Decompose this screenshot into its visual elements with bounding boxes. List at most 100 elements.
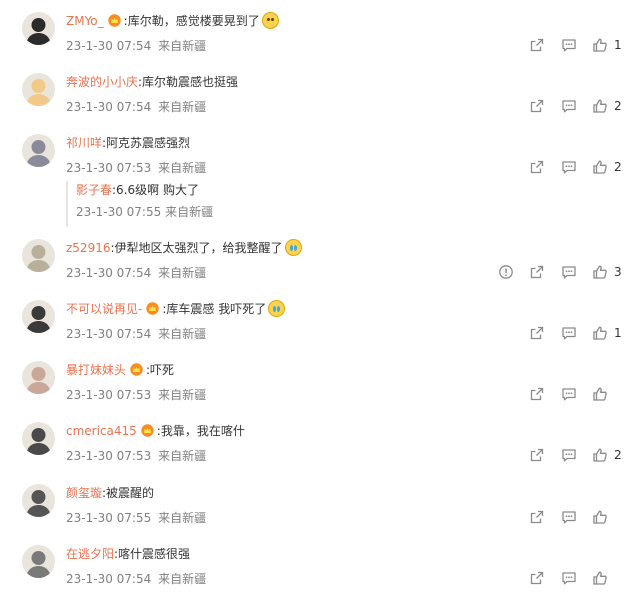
thumbs-up-icon[interactable] (592, 159, 608, 175)
report-icon[interactable] (498, 264, 514, 280)
comment-item: 不可以说再见- :库车震感 我吓死了 23-1-30 07:54 来自新疆 1 (0, 300, 641, 355)
reply-item: 影子春:6.6级啊 购大了 23-1-30 07:55 来自新疆 (66, 181, 528, 227)
comment-time: 23-1-30 07:54 (66, 100, 152, 114)
username-link[interactable]: 暴打妹妹头 (66, 363, 126, 377)
reply-source: 来自新疆 (165, 205, 214, 219)
like-count: 1 (614, 38, 622, 52)
comment-icon[interactable] (561, 325, 577, 341)
comment-icon[interactable] (561, 386, 577, 402)
thumbs-up-icon[interactable] (592, 98, 608, 114)
share-icon[interactable] (529, 37, 545, 53)
comment-text: :被震醒的 (102, 486, 155, 500)
username-link[interactable]: cmerica415 (66, 424, 137, 438)
comment-item: ZMYo_ :库尔勒，感觉楼要晃到了 23-1-30 07:54 来自新疆 1 (0, 12, 641, 67)
comment-source: 来自新疆 (158, 572, 207, 586)
comment-icon[interactable] (561, 264, 577, 280)
comment-source: 来自新疆 (158, 511, 207, 525)
comment-item: 在逃夕阳:喀什震感很强 23-1-30 07:54 来自新疆 (0, 545, 641, 600)
comment-source: 来自新疆 (158, 388, 207, 402)
reply-text-line: 影子春:6.6级啊 购大了 (76, 181, 199, 199)
thumbs-up-icon[interactable] (592, 37, 608, 53)
comment-text-line: 在逃夕阳:喀什震感很强 (66, 545, 190, 563)
comment-text: :库尔勒，感觉楼要晃到了 (123, 14, 260, 28)
comment-source: 来自新疆 (158, 327, 207, 341)
comment-meta: 23-1-30 07:54 来自新疆 (66, 265, 206, 281)
vip-crown-icon (146, 302, 160, 315)
share-icon[interactable] (529, 447, 545, 463)
comment-time: 23-1-30 07:54 (66, 572, 152, 586)
share-icon[interactable] (529, 325, 545, 341)
comment-icon[interactable] (561, 98, 577, 114)
avatar[interactable] (22, 239, 55, 272)
comment-source: 来自新疆 (158, 100, 207, 114)
like-count: 2 (614, 448, 622, 462)
comment-time: 23-1-30 07:54 (66, 327, 152, 341)
share-icon[interactable] (529, 264, 545, 280)
comment-icon[interactable] (561, 509, 577, 525)
avatar[interactable] (22, 134, 55, 167)
thumbs-up-icon[interactable] (592, 386, 608, 402)
comment-icon[interactable] (561, 37, 577, 53)
avatar[interactable] (22, 484, 55, 517)
thumbs-up-icon[interactable] (592, 570, 608, 586)
comment-item: 祁川咩:阿克苏震感强烈 23-1-30 07:53 来自新疆 2 影子春:6.6级啊 … (0, 134, 641, 227)
comment-time: 23-1-30 07:53 (66, 449, 152, 463)
comment-item: 颜玺璇:被震醒的 23-1-30 07:55 来自新疆 (0, 484, 641, 539)
thumbs-up-icon[interactable] (592, 509, 608, 525)
share-icon[interactable] (529, 509, 545, 525)
comment-time: 23-1-30 07:53 (66, 161, 152, 175)
vip-crown-icon (130, 363, 143, 376)
avatar[interactable] (22, 422, 55, 455)
crying-emoji-icon (284, 239, 302, 256)
thumbs-up-icon[interactable] (592, 447, 608, 463)
username-link[interactable]: ZMYo_ (66, 14, 104, 28)
comment-item: z52916:伊犁地区太强烈了，给我整醒了 23-1-30 07:54 来自新疆 3 (0, 239, 641, 294)
comment-text: :我靠，我在喀什 (156, 424, 245, 438)
comment-icon[interactable] (561, 159, 577, 175)
comment-source: 来自新疆 (158, 449, 207, 463)
comment-text-line: 祁川咩:阿克苏震感强烈 (66, 134, 190, 152)
comment-meta: 23-1-30 07:54 来自新疆 (66, 326, 206, 342)
comment-icon[interactable] (561, 447, 577, 463)
comment-text-line: 暴打妹妹头 :吓死 (66, 361, 174, 379)
comment-meta: 23-1-30 07:54 来自新疆 (66, 99, 206, 115)
reply-time: 23-1-30 07:55 (76, 205, 162, 219)
avatar[interactable] (22, 361, 55, 394)
comment-meta: 23-1-30 07:54 来自新疆 (66, 38, 206, 54)
username-link[interactable]: 奔波的小小庆 (66, 75, 138, 89)
avatar[interactable] (22, 545, 55, 578)
share-icon[interactable] (529, 386, 545, 402)
avatar[interactable] (22, 300, 55, 333)
comment-icon[interactable] (561, 570, 577, 586)
share-icon[interactable] (529, 98, 545, 114)
share-icon[interactable] (529, 570, 545, 586)
comment-time: 23-1-30 07:54 (66, 266, 152, 280)
share-icon[interactable] (529, 159, 545, 175)
comment-text: :库车震感 我吓死了 (162, 302, 267, 316)
comment-meta: 23-1-30 07:53 来自新疆 (66, 160, 206, 176)
username-link[interactable]: 在逃夕阳 (66, 547, 114, 561)
reply-username-link[interactable]: 影子春 (76, 183, 112, 197)
comment-text: :阿克苏震感强烈 (102, 136, 191, 150)
username-link[interactable]: z52916 (66, 241, 110, 255)
avatar[interactable] (22, 12, 55, 45)
avatar[interactable] (22, 73, 55, 106)
like-count: 2 (614, 99, 622, 113)
comment-item: 暴打妹妹头 :吓死 23-1-30 07:53 来自新疆 (0, 361, 641, 416)
comment-text: :吓死 (146, 363, 175, 377)
thumbs-up-icon[interactable] (592, 264, 608, 280)
comment-text-line: ZMYo_ :库尔勒，感觉楼要晃到了 (66, 12, 279, 30)
comment-time: 23-1-30 07:53 (66, 388, 152, 402)
comment-item: cmerica415 :我靠，我在喀什 23-1-30 07:53 来自新疆 2 (0, 422, 641, 477)
comment-meta: 23-1-30 07:53 来自新疆 (66, 448, 206, 464)
reply-text: :6.6级啊 购大了 (112, 183, 199, 197)
like-count: 1 (614, 326, 622, 340)
comment-text-line: z52916:伊犁地区太强烈了，给我整醒了 (66, 239, 302, 257)
comment-text-line: 颜玺璇:被震醒的 (66, 484, 154, 502)
username-link[interactable]: 祁川咩 (66, 136, 102, 150)
comment-meta: 23-1-30 07:54 来自新疆 (66, 571, 206, 587)
username-link[interactable]: 不可以说再见- (66, 302, 142, 316)
username-link[interactable]: 颜玺璇 (66, 486, 102, 500)
thumbs-up-icon[interactable] (592, 325, 608, 341)
comment-time: 23-1-30 07:54 (66, 39, 152, 53)
